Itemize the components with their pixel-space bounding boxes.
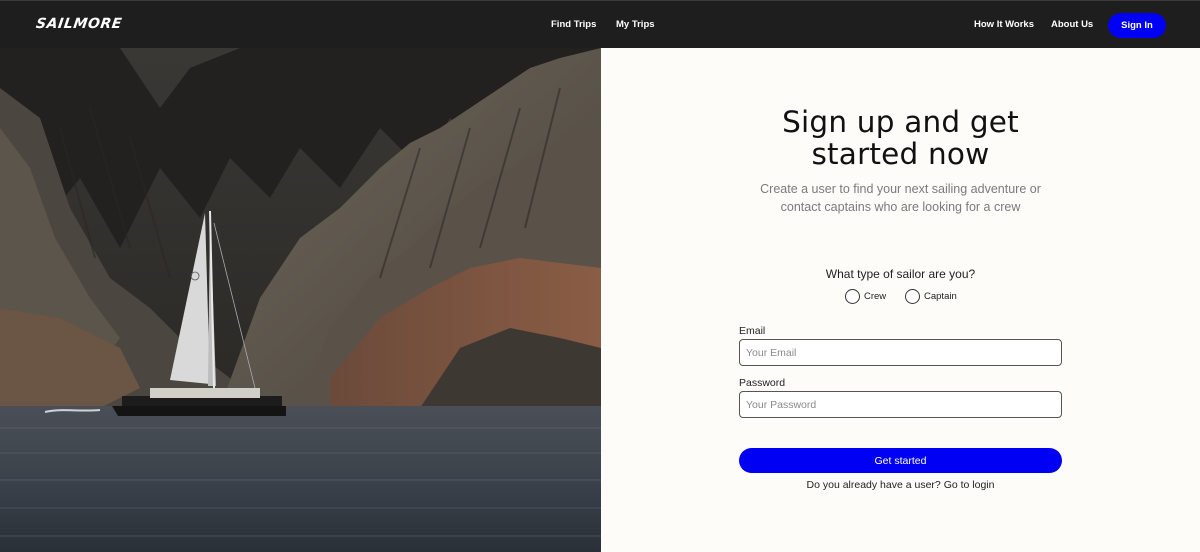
top-navbar: SAILMORE Find Trips My Trips How It Work… bbox=[0, 0, 1200, 48]
heading-line-1: Sign up and get bbox=[782, 105, 1019, 139]
radio-crew-label: Crew bbox=[864, 290, 887, 302]
radio-crew-circle[interactable] bbox=[845, 288, 860, 304]
password-label: Password bbox=[739, 377, 786, 389]
nav-about-us[interactable]: About Us bbox=[1051, 19, 1093, 30]
get-started-button[interactable]: Get started bbox=[739, 448, 1062, 473]
nav-find-trips[interactable]: Find Trips bbox=[551, 19, 596, 30]
heading-line-2: started now bbox=[811, 137, 990, 171]
radio-option-captain[interactable]: Captain bbox=[905, 288, 957, 304]
hero-sailboat-photo bbox=[0, 48, 601, 552]
subtext-line-2: contact captains who are looking for a c… bbox=[780, 200, 1021, 214]
radio-option-crew[interactable]: Crew bbox=[845, 288, 886, 304]
nav-my-trips[interactable]: My Trips bbox=[616, 19, 655, 30]
signup-subtext: Create a user to find your next sailing … bbox=[601, 180, 1200, 216]
password-field[interactable] bbox=[739, 391, 1062, 418]
nav-how-it-works[interactable]: How It Works bbox=[974, 19, 1034, 30]
subtext-line-1: Create a user to find your next sailing … bbox=[760, 182, 1041, 196]
go-to-login-link[interactable]: Go to login bbox=[944, 479, 995, 491]
brand-logo[interactable]: SAILMORE bbox=[35, 16, 123, 32]
sign-in-button[interactable]: Sign In bbox=[1108, 13, 1166, 38]
email-label: Email bbox=[739, 325, 766, 337]
sailboat-photo-illustration bbox=[0, 48, 601, 552]
signup-panel: Sign up and get started now Create a use… bbox=[601, 48, 1200, 552]
sailor-type-question: What type of sailor are you? bbox=[825, 267, 976, 281]
login-prompt: Do you already have a user? Go to login bbox=[601, 479, 1200, 491]
signup-heading: Sign up and get started now bbox=[601, 106, 1200, 170]
login-prompt-text: Do you already have a user? bbox=[806, 479, 941, 491]
radio-captain-label: Captain bbox=[924, 290, 957, 302]
email-field[interactable] bbox=[739, 339, 1062, 366]
radio-captain-circle[interactable] bbox=[905, 288, 920, 304]
